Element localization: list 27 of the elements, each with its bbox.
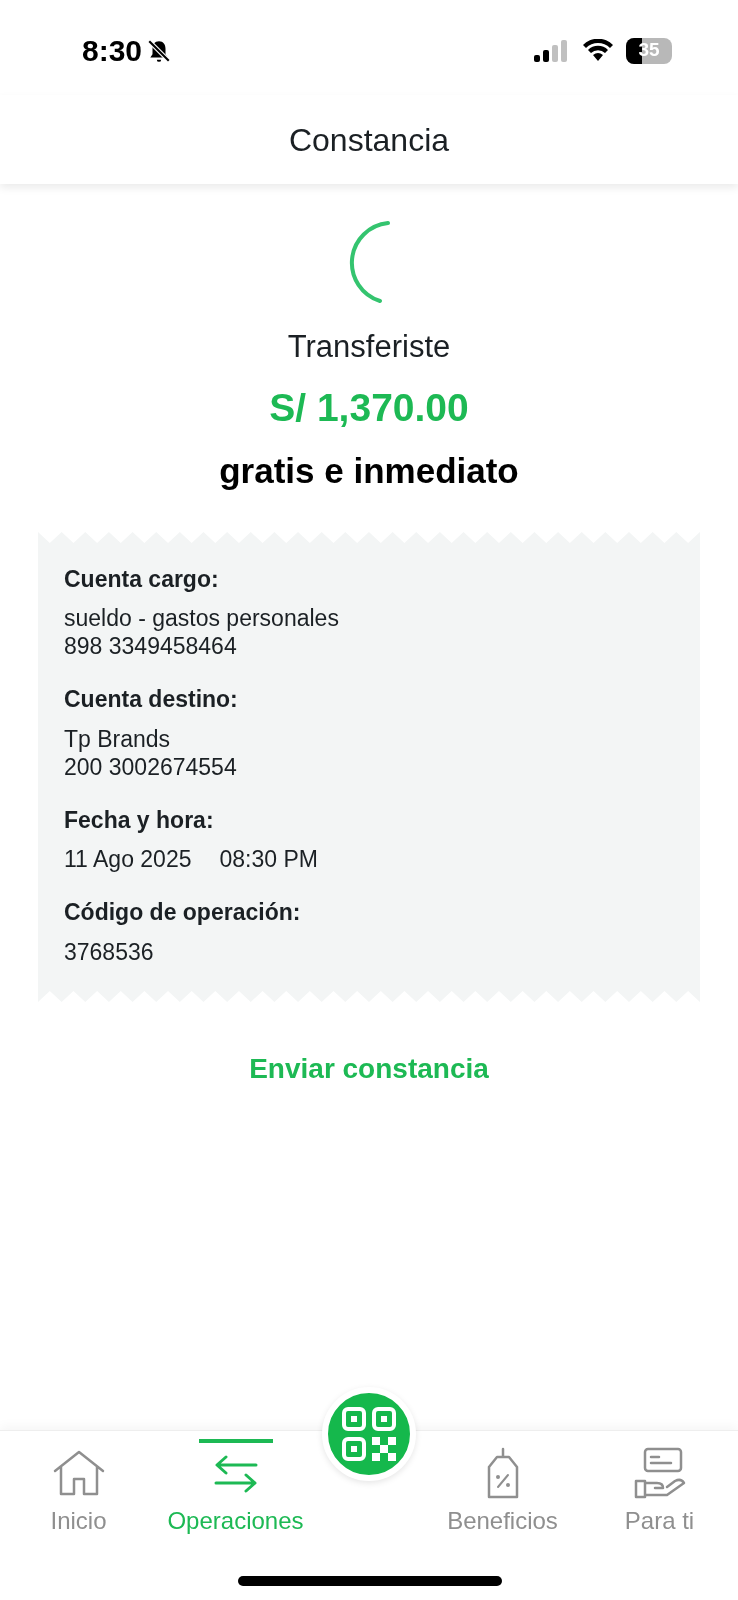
result-subtitle: gratis e inmediato — [219, 450, 519, 492]
wifi-icon — [582, 38, 614, 63]
field-value: 200 3002674554 — [64, 752, 237, 781]
nav-tab[interactable]: Beneficios — [424, 1439, 581, 1539]
qr-code-icon — [341, 1406, 397, 1462]
field-label: Cuenta destino: — [64, 685, 239, 714]
amount-text: S/ 1,370.00 — [269, 384, 469, 431]
nav-tab[interactable]: Inicio — [0, 1439, 157, 1539]
send-receipt-link[interactable]: Enviar constancia — [249, 1047, 489, 1090]
field-value: 3768536 — [64, 937, 154, 966]
field-value: 08:30 PM — [219, 845, 318, 873]
status-time: 8:30 — [82, 33, 143, 69]
field-value: Tp Brands — [64, 724, 171, 753]
hand-card-icon — [632, 1447, 687, 1499]
result-title: Transferiste — [287, 328, 451, 366]
nav-tab[interactable]: Para ti — [581, 1439, 738, 1539]
signal-icon — [534, 38, 570, 63]
field-label: Código de operación: — [64, 898, 302, 927]
field-value: sueldo - gastos personales — [64, 604, 339, 632]
field-label: Fecha y hora: — [64, 805, 215, 835]
header-title: Constancia — [288, 120, 450, 160]
home-icon — [51, 1449, 106, 1497]
field-label: Cuenta cargo: — [64, 564, 220, 594]
bell-off-icon — [146, 37, 173, 64]
field-value: 898 3349458464 — [64, 632, 237, 660]
nav-tab[interactable]: Operaciones — [157, 1439, 314, 1539]
field-value: 11 Ago 2025 — [64, 845, 192, 873]
